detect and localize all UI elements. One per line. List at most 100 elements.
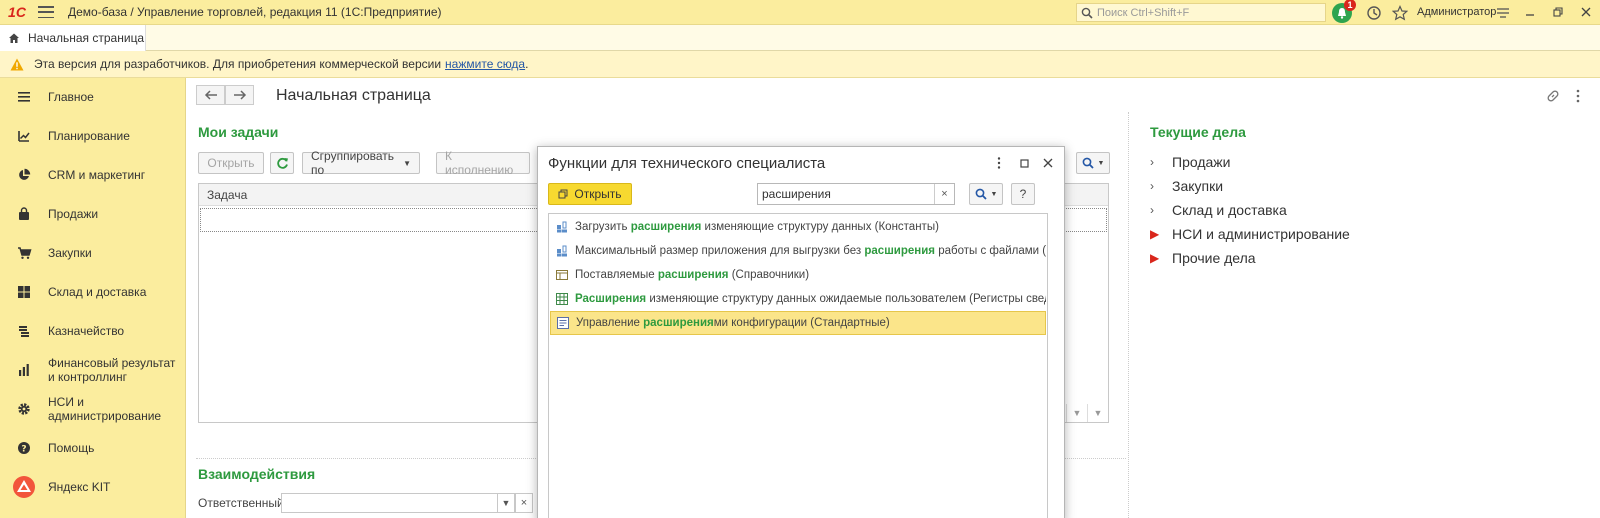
sidebar-item-label: Главное [48,90,94,104]
grid-icon [0,285,48,299]
app-title: Демо-база / Управление торговлей, редакц… [68,5,442,19]
scroll-down-icon[interactable]: ▼ [1066,404,1087,422]
sidebar-item-sales[interactable]: Продажи [0,195,186,233]
dialog-search-button[interactable]: ▼ [969,183,1003,205]
sidebar-item-main[interactable]: Главное [0,78,186,116]
group-by-label: Сгруппировать по [311,149,395,177]
list-item-prefix: Поставляемые [575,269,658,281]
arrow-left-icon [204,90,217,100]
sidebar-item-label: Закупки [48,246,92,260]
refresh-button[interactable] [270,152,294,174]
notice-tail: . [525,57,529,71]
global-search-placeholder: Поиск Ctrl+Shift+F [1097,6,1190,19]
sidebar-item-admin[interactable]: НСИ и администрирование [0,390,186,428]
sidebar-item-financial-result[interactable]: Финансовый результат и контроллинг [0,351,186,389]
list-item-suffix: работы с файлами (М... [938,245,1046,257]
current-task-other[interactable]: ▶ Прочие дела [1150,246,1350,270]
current-task-admin[interactable]: ▶ НСИ и администрирование [1150,222,1350,246]
sidebar-item-help[interactable]: ? Помощь [0,429,186,467]
search-icon [975,188,987,200]
list-item-selected[interactable]: Управление расширения ми конфигурации (Ст… [550,311,1046,335]
red-marker-icon: ▶ [1150,227,1160,241]
current-task-label: Прочие дела [1172,250,1256,266]
responsible-label: Ответственный: [198,496,288,510]
bag-icon [0,207,48,221]
sidebar-item-treasury[interactable]: Казначейство [0,312,186,350]
group-by-dropdown[interactable]: Сгруппировать по ▼ [302,149,420,177]
help-icon: ? [0,441,48,455]
page-header: Начальная страница [196,84,1590,110]
scrollbar[interactable]: ▼ ▼ [1066,404,1108,422]
close-icon[interactable] [1578,4,1594,20]
notifications-button[interactable]: 1 [1332,0,1356,23]
favorites-star-icon[interactable] [1390,3,1410,23]
responsible-clear-button[interactable]: × [515,493,533,513]
page-title: Начальная страница [276,87,431,104]
list-item-suffix: (Справочники) [728,269,810,281]
list-item[interactable]: Загрузить расширения изменяющие структур… [550,215,1046,239]
warning-icon [10,58,24,70]
list-item[interactable]: Расширения изменяющие структуру данных о… [550,287,1046,311]
list-item-prefix: Загрузить [575,221,631,233]
restore-icon[interactable] [1550,4,1566,20]
sidebar-item-label: Склад и доставка [48,285,147,299]
arrow-right-icon [233,90,246,100]
sidebar-item-label: НСИ и администрирование [48,395,162,423]
sidebar-item-label: CRM и маркетинг [48,168,146,182]
current-task-label: Закупки [1172,178,1224,194]
link-icon[interactable] [1545,88,1561,104]
more-vertical-icon[interactable] [1570,88,1586,104]
global-search-input[interactable]: Поиск Ctrl+Shift+F [1076,3,1326,22]
back-button[interactable] [196,85,225,105]
menu-list-icon [0,91,48,103]
list-item-prefix: Максимальный размер приложения для выгру… [575,245,865,257]
responsible-input[interactable] [281,493,515,513]
notice-link[interactable]: нажмите сюда [445,57,525,71]
chevron-right-icon: › [1150,179,1154,193]
history-icon[interactable] [1364,3,1384,23]
search-icon [1081,7,1093,19]
minimize-icon[interactable] [1522,4,1538,20]
responsible-dropdown-button[interactable]: ▼ [497,493,515,513]
functions-list[interactable]: Загрузить расширения изменяющие структур… [548,213,1048,518]
forward-button[interactable] [225,85,254,105]
dialog-open-button[interactable]: Открыть [548,183,632,205]
sidebar-item-label: Казначейство [48,324,125,338]
title-bar: 1С Демо-база / Управление торговлей, ред… [0,0,1600,25]
more-vertical-icon[interactable] [989,153,1009,173]
list-item[interactable]: Поставляемые расширения (Справочники) [550,263,1046,287]
main-menu-icon[interactable] [38,6,54,18]
dialog-search-input[interactable]: расширения × [757,183,955,205]
list-item-suffix: изменяющие структуру данных ожидаемые по… [646,293,1046,305]
to-execute-button[interactable]: К исполнению [436,149,530,177]
list-item-suffix: ми конфигурации (Стандартные) [713,317,890,329]
settings-menu-icon[interactable] [1493,3,1513,23]
search-icon [1082,157,1094,169]
sidebar-item-warehouse[interactable]: Склад и доставка [0,273,186,311]
sidebar-item-planning[interactable]: Планирование [0,117,186,155]
planning-icon [0,129,48,143]
current-task-label: Склад и доставка [1172,202,1287,218]
constants-icon [557,245,567,257]
tasks-open-button[interactable]: Открыть [198,152,264,174]
list-item[interactable]: Максимальный размер приложения для выгру… [550,239,1046,263]
current-task-sales[interactable]: › Продажи [1150,150,1350,174]
tab-home[interactable]: Начальная страница [0,25,146,51]
tasks-search-button[interactable]: ▼ [1076,152,1110,174]
current-task-warehouse[interactable]: › Склад и доставка [1150,198,1350,222]
1c-logo: 1С [8,4,26,20]
cart-icon [0,246,48,260]
close-icon[interactable] [1038,153,1058,173]
clear-search-icon[interactable]: × [934,184,954,204]
sidebar-item-crm[interactable]: CRM и маркетинг [0,156,186,194]
catalog-icon [556,270,568,280]
sidebar-item-yandex-kit[interactable]: Яндекс KIT [0,468,186,506]
dialog-help-button[interactable]: ? [1011,183,1035,205]
dialog-title: Функции для технического специалиста [548,155,826,172]
scroll-end-icon[interactable]: ▼ [1087,404,1108,422]
pie-chart-icon [0,168,48,182]
user-name[interactable]: Администратор [1417,6,1496,18]
current-task-purchases[interactable]: › Закупки [1150,174,1350,198]
maximize-icon[interactable] [1014,153,1034,173]
sidebar-item-purchases[interactable]: Закупки [0,234,186,272]
